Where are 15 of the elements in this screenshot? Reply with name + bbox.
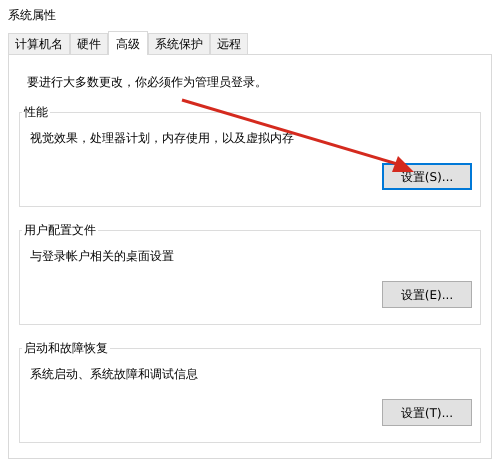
tab[interactable]: 硬件 [70,33,108,54]
window-title: 系统属性 [7,7,57,24]
group-title: 用户配置文件 [23,222,97,239]
tab[interactable]: 系统保护 [148,33,210,54]
group-title: 性能 [22,104,49,121]
settings-button[interactable]: 设置(T)... [382,399,472,426]
tab[interactable]: 高级 [108,31,148,55]
group-description: 系统启动、系统故障和调试信息 [30,366,199,383]
tab[interactable]: 计算机名 [8,33,70,54]
group-description: 与登录帐户相关的桌面设置 [30,248,175,265]
group-title: 启动和故障恢复 [23,340,109,357]
notice-text: 要进行大多数更改，你必须作为管理员登录。 [27,74,268,91]
settings-button[interactable]: 设置(E)... [382,281,472,308]
group-description: 视觉效果，处理器计划，内存使用，以及虚拟内存 [30,130,295,147]
tab[interactable]: 远程 [210,33,248,54]
